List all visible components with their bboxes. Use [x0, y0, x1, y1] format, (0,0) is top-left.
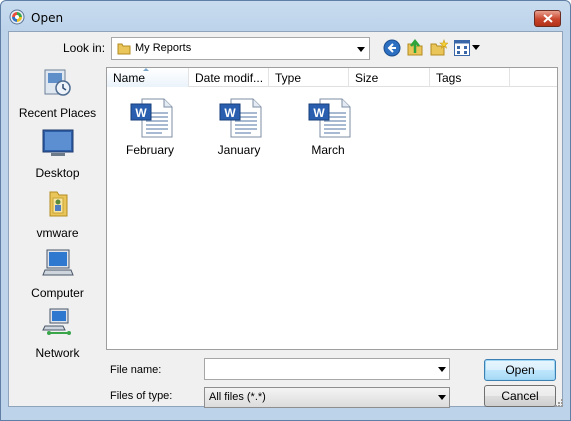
chevron-down-icon[interactable]	[438, 367, 446, 372]
filetype-label: Files of type:	[110, 390, 173, 402]
views-icon	[454, 40, 470, 56]
column-date-modified[interactable]: Date modif...	[189, 68, 269, 87]
filename-label: File name:	[110, 364, 162, 376]
file-list[interactable]: Name Date modif... Type Size Tags W Febr…	[106, 67, 558, 350]
dialog-title: Open	[31, 11, 64, 25]
place-desktop[interactable]: Desktop	[9, 128, 106, 186]
new-folder-icon[interactable]	[430, 39, 448, 57]
file-name: March	[311, 143, 345, 157]
place-recent-places[interactable]: Recent Places	[9, 68, 106, 126]
lookin-label: Look in:	[63, 41, 106, 55]
column-header: Name Date modif... Type Size Tags	[107, 68, 557, 87]
back-icon[interactable]	[383, 39, 401, 57]
filetype-value: All files (*.*)	[209, 391, 266, 403]
desktop-icon	[42, 129, 74, 156]
file-item[interactable]: W January	[199, 95, 279, 165]
place-label: Recent Places	[18, 106, 97, 120]
filename-input[interactable]	[204, 358, 450, 380]
lookin-dropdown[interactable]: My Reports	[111, 37, 370, 60]
column-label: Tags	[436, 71, 462, 85]
word-document-icon: W	[219, 98, 262, 138]
close-button[interactable]	[534, 10, 561, 27]
file-name: February	[125, 143, 175, 157]
folder-icon	[117, 43, 131, 55]
computer-icon	[42, 249, 74, 276]
place-network[interactable]: Network	[9, 308, 106, 366]
dialog-app-icon	[9, 9, 25, 25]
column-label: Size	[355, 71, 379, 85]
title-bar[interactable]: Open	[1, 1, 570, 31]
lookin-value: My Reports	[135, 42, 192, 54]
file-name: January	[217, 143, 261, 157]
column-name[interactable]: Name	[107, 68, 189, 87]
word-document-icon: W	[308, 98, 351, 138]
place-label: Network	[35, 346, 80, 360]
word-document-icon: W	[130, 98, 173, 138]
open-dialog: Open Look in: My Reports Recent Places D…	[0, 0, 571, 421]
column-tags[interactable]: Tags	[430, 68, 510, 87]
filetype-dropdown[interactable]: All files (*.*)	[204, 387, 450, 408]
chevron-down-icon[interactable]	[438, 395, 446, 400]
up-folder-icon[interactable]	[406, 39, 424, 57]
place-label: vmware	[36, 226, 79, 240]
network-icon	[42, 308, 71, 335]
close-icon	[543, 14, 553, 23]
recent-places-icon	[44, 69, 71, 96]
svg-text:W: W	[313, 106, 325, 120]
places-bar: Recent Places Desktop vmware Computer Ne…	[9, 68, 106, 360]
place-label: Computer	[31, 286, 84, 300]
sort-ascending-icon	[143, 68, 149, 71]
chevron-down-icon[interactable]	[357, 47, 365, 52]
file-item[interactable]: W March	[288, 95, 368, 165]
views-menu-button[interactable]	[454, 39, 480, 57]
column-size[interactable]: Size	[349, 68, 430, 87]
place-label: Desktop	[35, 166, 80, 180]
column-label: Name	[113, 71, 146, 85]
cancel-button[interactable]: Cancel	[484, 385, 556, 407]
user-folder-icon	[49, 191, 68, 217]
place-vmware[interactable]: vmware	[9, 188, 106, 246]
open-button[interactable]: Open	[484, 359, 556, 381]
svg-text:W: W	[224, 106, 236, 120]
place-computer[interactable]: Computer	[9, 248, 106, 306]
column-type[interactable]: Type	[269, 68, 349, 87]
file-item[interactable]: W February	[110, 95, 190, 165]
column-label: Type	[275, 71, 302, 85]
column-label: Date modif...	[195, 71, 264, 85]
resize-grip-icon[interactable]	[555, 399, 563, 407]
dialog-client: Look in: My Reports Recent Places Deskto…	[8, 31, 563, 408]
chevron-down-icon	[472, 45, 480, 50]
svg-text:W: W	[135, 106, 147, 120]
